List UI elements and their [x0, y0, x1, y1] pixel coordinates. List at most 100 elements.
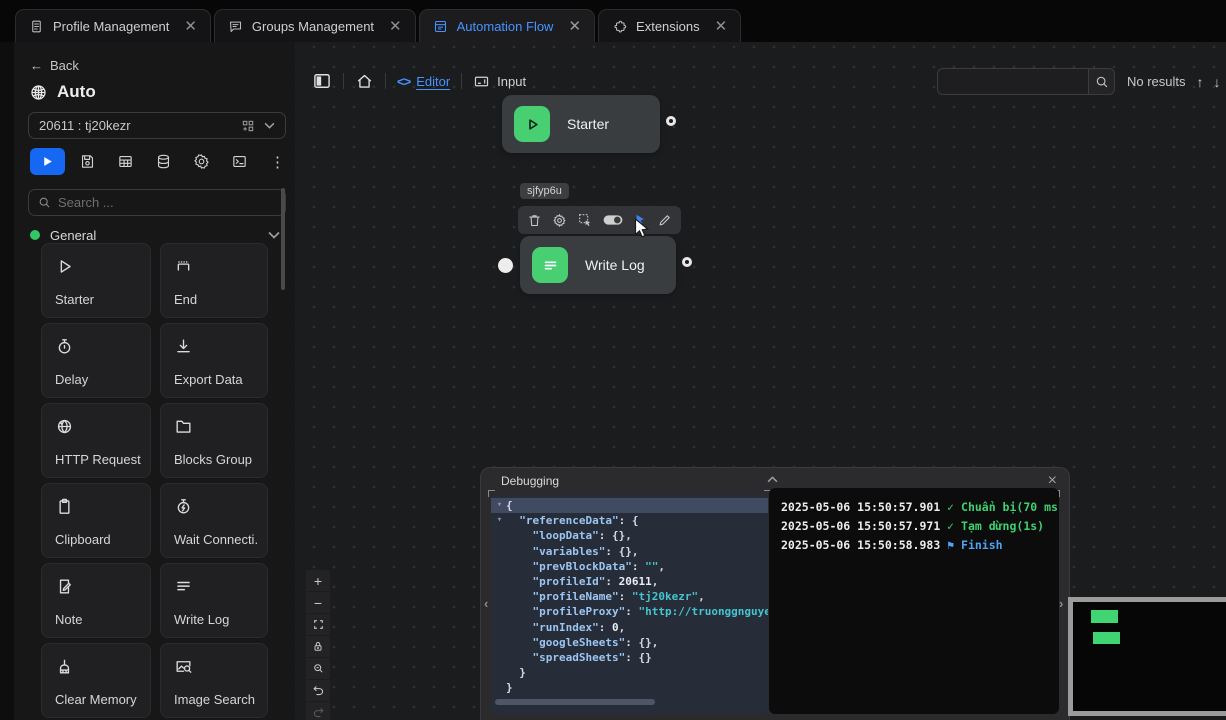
panel-right-chevron[interactable]: ›: [1059, 596, 1063, 611]
search-icon[interactable]: [1088, 68, 1115, 95]
writelog-output-port[interactable]: [682, 257, 692, 267]
block-card-write-log[interactable]: Write Log: [160, 563, 268, 638]
grid-group-icon: [241, 119, 255, 133]
editor-view-link[interactable]: <> Editor: [397, 74, 450, 89]
code-token: "googleSheets": [533, 635, 626, 650]
arrow-down-icon[interactable]: ↓: [1214, 74, 1221, 90]
block-label: Image Search: [174, 692, 259, 707]
code-token: [506, 620, 533, 635]
code-token: : {},: [625, 635, 658, 650]
editor-horizontal-scrollbar[interactable]: [495, 699, 655, 705]
tab-automation-flow[interactable]: Automation Flow ✕: [419, 9, 595, 42]
code-line: "prevBlockData": "",: [491, 559, 768, 574]
run-button[interactable]: [30, 148, 65, 175]
writelog-input-port[interactable]: [498, 258, 513, 273]
close-icon[interactable]: ✕: [568, 19, 581, 34]
input-view-link[interactable]: Input: [473, 73, 526, 90]
sidebar-toolbar: ⋮: [30, 148, 293, 175]
node-write-log[interactable]: Write Log: [520, 236, 676, 294]
block-card-blocks-group[interactable]: Blocks Group: [160, 403, 268, 478]
arrow-up-icon[interactable]: ↑: [1197, 74, 1204, 90]
debug-json-editor[interactable]: ▾{▾ "referenceData": { "loopData": {}, "…: [491, 495, 768, 714]
image-search-icon: [174, 657, 193, 676]
block-card-clear-memory[interactable]: Clear Memory: [41, 643, 151, 718]
code-token: :: [605, 574, 618, 589]
code-token: "http://truonggnguyen50:: [638, 604, 768, 619]
block-card-http-request[interactable]: HTTP Request: [41, 403, 151, 478]
close-icon[interactable]: ✕: [715, 19, 728, 34]
block-label: Clipboard: [55, 532, 142, 547]
select-area-icon[interactable]: [577, 212, 593, 228]
enable-toggle[interactable]: [603, 214, 623, 226]
block-card-starter[interactable]: Starter: [41, 243, 151, 318]
code-token: 20611: [619, 574, 652, 589]
gutter: [493, 544, 506, 559]
zoom-selection-button[interactable]: [306, 658, 330, 679]
block-card-export-data[interactable]: Export Data: [160, 323, 268, 398]
panel-toggle-icon[interactable]: [312, 71, 332, 91]
redo-button[interactable]: [306, 702, 330, 720]
code-token: : {},: [599, 528, 632, 543]
automation-flow-app: Profile Management ✕ Groups Management ✕…: [0, 0, 1226, 720]
canvas-zoom-toolbar: + −: [306, 570, 330, 720]
block-card-end[interactable]: End: [160, 243, 268, 318]
chevron-down-icon[interactable]: [268, 231, 280, 239]
zoom-in-button[interactable]: +: [306, 570, 330, 591]
profile-select-value: 20611 : tj20kezr: [39, 118, 131, 133]
debug-log-output[interactable]: 2025-05-06 15:50:57.901 ✓ Chuẩn bị(70 ms…: [769, 488, 1059, 714]
tab-groups-management[interactable]: Groups Management ✕: [214, 9, 416, 42]
node-settings-icon[interactable]: [552, 213, 567, 228]
code-token: "loopData": [533, 528, 599, 543]
back-button[interactable]: ← Back: [30, 58, 79, 73]
terminal-button[interactable]: [224, 148, 255, 175]
code-line: "loopData": {},: [491, 528, 768, 543]
node-label: Starter: [567, 116, 609, 132]
gutter: [493, 589, 506, 604]
settings-button[interactable]: [186, 148, 217, 175]
block-card-wait-connection[interactable]: Wait Connecti...: [160, 483, 268, 558]
flow-canvas[interactable]: <> Editor Input No results ↑ ↓: [295, 42, 1226, 720]
database-button[interactable]: [148, 148, 179, 175]
profile-select-dropdown[interactable]: 20611 : tj20kezr: [28, 112, 286, 139]
lock-button[interactable]: [306, 636, 330, 657]
more-options-button[interactable]: ⋮: [262, 148, 293, 175]
canvas-minimap[interactable]: [1068, 597, 1226, 716]
tab-extensions[interactable]: Extensions ✕: [598, 9, 741, 42]
code-token: :: [632, 559, 645, 574]
edit-icon[interactable]: [657, 213, 672, 228]
block-search-input[interactable]: [58, 195, 276, 210]
fold-chevron-icon[interactable]: ▾: [493, 513, 506, 528]
workflow-title: Auto: [29, 82, 96, 102]
close-icon[interactable]: ✕: [184, 19, 197, 34]
block-palette: Starter End Delay Export Data HTTP Reque…: [41, 243, 268, 718]
zoom-out-button[interactable]: −: [306, 592, 330, 613]
stopwatch-bolt-icon: [174, 497, 193, 516]
section-general[interactable]: General: [30, 225, 280, 245]
block-card-clipboard[interactable]: Clipboard: [41, 483, 151, 558]
code-token: ,: [652, 574, 659, 589]
fit-view-button[interactable]: [306, 614, 330, 635]
delete-icon[interactable]: [527, 213, 542, 228]
panel-left-chevron[interactable]: ‹: [484, 596, 488, 611]
gutter: [493, 635, 506, 650]
undo-button[interactable]: [306, 680, 330, 701]
canvas-find-input[interactable]: [937, 68, 1088, 95]
close-icon[interactable]: ✕: [389, 19, 402, 34]
save-button[interactable]: [72, 148, 103, 175]
block-card-image-search[interactable]: Image Search: [160, 643, 268, 718]
code-token: "profileName": [533, 589, 619, 604]
block-card-note[interactable]: Note: [41, 563, 151, 638]
code-icon: <>: [397, 74, 410, 89]
tab-profile-management[interactable]: Profile Management ✕: [15, 9, 211, 42]
sidebar-scrollbar[interactable]: [281, 188, 285, 290]
table-button[interactable]: [110, 148, 141, 175]
block-card-delay[interactable]: Delay: [41, 323, 151, 398]
editor-link-label: Editor: [416, 74, 450, 89]
debugging-title: Debugging: [501, 474, 559, 488]
fold-chevron-icon[interactable]: ▾: [493, 498, 506, 513]
home-icon[interactable]: [355, 72, 374, 91]
block-label: Starter: [55, 292, 142, 307]
starter-output-port[interactable]: [666, 116, 676, 126]
collapse-chevron-icon[interactable]: [767, 476, 778, 483]
node-starter[interactable]: Starter: [502, 95, 660, 153]
